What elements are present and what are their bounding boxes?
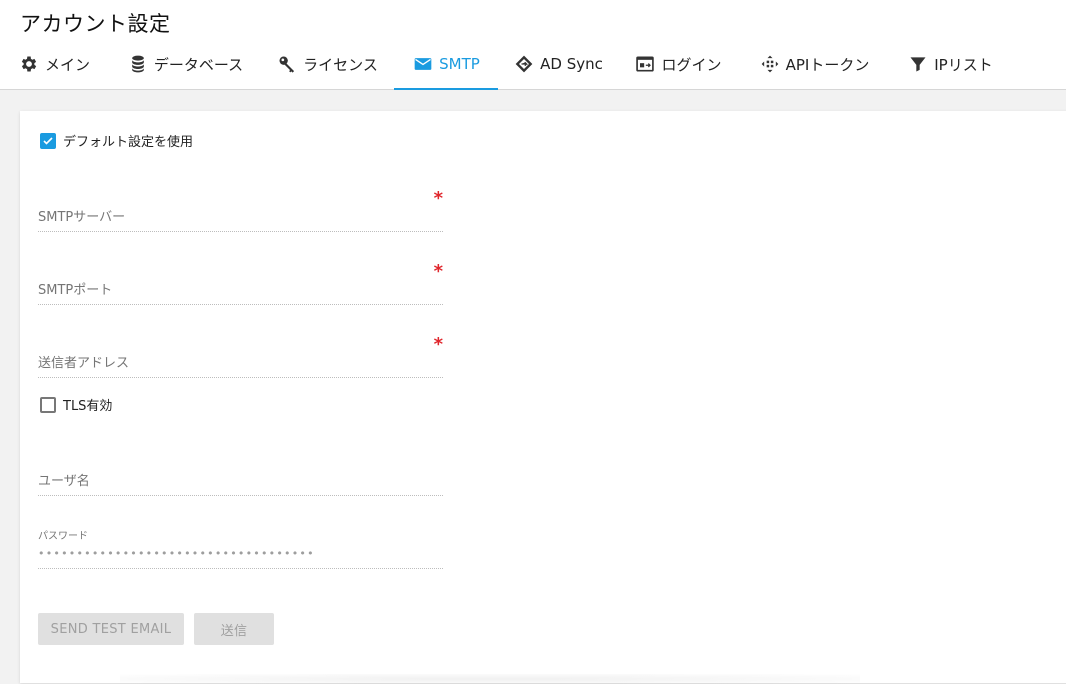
gear-icon [18, 53, 40, 75]
tab-license[interactable]: ライセンス [272, 38, 382, 90]
tab-ip-list[interactable]: IPリスト [904, 38, 996, 90]
smtp-port-label: SMTPポート [38, 283, 113, 298]
username-field[interactable]: ユーザ名 [38, 460, 443, 496]
tab-label: APIトークン [785, 55, 870, 74]
use-default-label: デフォルト設定を使用 [63, 135, 194, 150]
username-label: ユーザ名 [38, 474, 90, 489]
required-mark: * [433, 188, 443, 209]
ad-sync-icon [513, 53, 535, 75]
filter-icon [907, 53, 929, 75]
api-icon [759, 53, 781, 75]
use-default-checkbox[interactable] [40, 132, 56, 149]
tab-api-token[interactable]: APIトークン [754, 38, 874, 90]
tls-label: TLS有効 [63, 399, 113, 414]
tab-smtp[interactable]: SMTP [394, 38, 498, 90]
send-button[interactable]: 送信 [194, 613, 274, 645]
bottom-shadow [120, 674, 860, 684]
tls-checkbox-row[interactable]: TLS有効 [40, 395, 112, 414]
smtp-server-field[interactable]: SMTPサーバー * [38, 188, 443, 232]
tab-label: IPリスト [934, 55, 993, 74]
id-card-icon [634, 53, 656, 75]
check-icon [43, 136, 53, 145]
tls-checkbox[interactable] [40, 396, 56, 413]
key-icon [276, 53, 298, 75]
tab-main[interactable]: メイン [14, 38, 94, 90]
tab-label: ライセンス [303, 55, 378, 74]
required-mark: * [433, 261, 443, 282]
sender-address-field[interactable]: 送信者アドレス * [38, 334, 443, 378]
tab-label: メイン [44, 55, 90, 74]
sender-address-label: 送信者アドレス [38, 356, 130, 371]
password-value[interactable]: •••••••••••••••••••••••••••••••••••• [38, 547, 315, 560]
header: アカウント設定 メイン データベース ライセンス SMTP AD Sync ログ… [0, 0, 1066, 90]
tab-label: AD Sync [540, 55, 603, 73]
envelope-icon [412, 53, 434, 75]
smtp-settings-card: デフォルト設定を使用 SMTPサーバー * SMTPポート * 送信者アドレス … [20, 111, 1066, 683]
tab-label: ログイン [661, 55, 722, 74]
use-default-checkbox-row[interactable]: デフォルト設定を使用 [40, 131, 193, 150]
smtp-server-label: SMTPサーバー [38, 210, 126, 225]
page-title: アカウント設定 [20, 12, 171, 36]
tab-label: SMTP [439, 55, 480, 73]
tab-label: データベース [153, 55, 244, 74]
send-test-email-button[interactable]: SEND TEST EMAIL [38, 613, 184, 645]
required-mark: * [433, 334, 443, 355]
tab-database[interactable]: データベース [124, 38, 246, 90]
smtp-port-field[interactable]: SMTPポート * [38, 261, 443, 305]
tab-login[interactable]: ログイン [632, 38, 724, 90]
database-icon [127, 53, 149, 75]
tab-ad-sync[interactable]: AD Sync [512, 38, 604, 90]
